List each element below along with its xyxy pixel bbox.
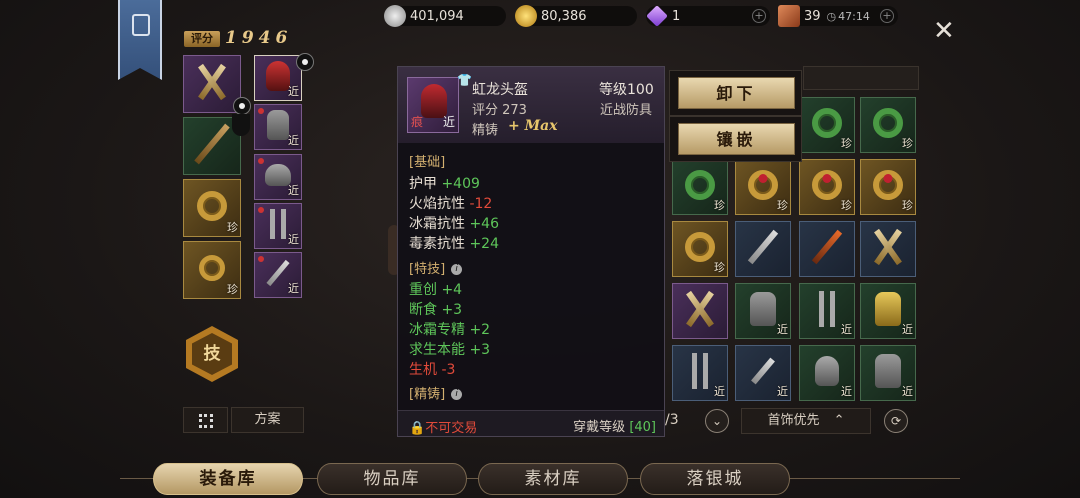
visibility-toggle-icon[interactable] — [233, 97, 251, 115]
add-stamina-button[interactable]: + — [880, 9, 894, 23]
plan-button[interactable]: 方案 — [231, 407, 304, 433]
stamina-counter: 39 ◷ 47:14 + — [778, 5, 898, 27]
inventory-item[interactable]: 近 — [860, 283, 916, 339]
score-value: 1946 — [225, 28, 293, 48]
tab-equipment[interactable]: 装备库 — [153, 463, 303, 495]
diamond-counter: 1 + — [646, 5, 770, 27]
inventory-item[interactable] — [799, 221, 855, 277]
inventory-item[interactable]: 近 — [860, 345, 916, 401]
equip-slot-legs[interactable]: 近 — [254, 203, 302, 249]
forge-value: + Max — [508, 118, 558, 134]
inventory-item[interactable] — [860, 221, 916, 277]
chevron-down-icon: ⌄ — [711, 414, 723, 428]
inventory-item[interactable]: 珍 — [735, 159, 791, 215]
inventory-item[interactable]: 近 — [799, 345, 855, 401]
gold-counter: 80,386 — [515, 5, 637, 27]
equip-slot-helmet[interactable]: 近 — [254, 55, 302, 101]
inventory-item[interactable]: 珍 — [860, 159, 916, 215]
inventory-item[interactable]: 近 — [735, 345, 791, 401]
skill-row: 断食 +3 — [409, 302, 463, 318]
lock-icon: 🔒 — [409, 421, 426, 436]
stat-row: 毒素抗性 +24 — [409, 236, 499, 252]
silver-coin-icon — [384, 5, 406, 27]
helmet-visibility-icon[interactable] — [296, 53, 314, 71]
score-label: 评分 — [184, 31, 220, 47]
forge-label: 精铸 — [472, 123, 499, 138]
stat-row: 火焰抗性 -12 — [409, 196, 493, 212]
skill-row: 生机 -3 — [409, 362, 456, 378]
visibility-toggle-track[interactable] — [232, 114, 250, 136]
skill-row: 求生本能 +3 — [409, 342, 491, 358]
refresh-button[interactable]: ⟳ — [884, 409, 908, 433]
clock-icon: ◷ — [826, 9, 837, 23]
guild-banner[interactable] — [118, 0, 162, 80]
guild-emblem-icon — [132, 14, 150, 36]
item-category: 近战防具 — [600, 103, 653, 118]
inventory-item[interactable] — [735, 221, 791, 277]
section-forge: [精铸] i — [409, 383, 463, 402]
grid-icon — [199, 414, 213, 428]
inventory-item[interactable]: 珍 — [672, 159, 728, 215]
item-score: 评分 273 — [472, 103, 527, 118]
chevron-up-icon: ⌃ — [833, 413, 845, 428]
inventory-item[interactable]: 珍 — [860, 97, 916, 153]
section-basic: [基础] — [409, 155, 446, 170]
page-next-button[interactable]: ⌄ — [705, 409, 729, 433]
inlay-button[interactable]: 镶嵌 — [678, 123, 795, 155]
inventory-item[interactable]: 珍 — [799, 159, 855, 215]
equip-slot-ring[interactable]: 珍 — [183, 179, 241, 237]
add-diamond-button[interactable]: + — [752, 9, 766, 23]
inventory-item[interactable]: 近 — [672, 345, 728, 401]
stat-row: 冰霜抗性 +46 — [409, 216, 499, 232]
wear-level: 穿戴等级 [40] — [573, 420, 656, 435]
inventory-item[interactable]: 近 — [735, 283, 791, 339]
stamina-timer: 47:14 — [838, 9, 870, 23]
equip-slot-necklace[interactable]: 珍 — [183, 241, 241, 299]
equip-slot-armor[interactable]: 近 — [254, 104, 302, 150]
inventory-item[interactable] — [672, 283, 728, 339]
page-indicator: /3 — [665, 412, 679, 428]
unequip-button-frame: 卸下 — [669, 70, 802, 116]
shirt-icon: 👕 — [457, 73, 472, 87]
tooltip-footer: 🔒不可交易 穿戴等级 [40] — [398, 410, 664, 436]
inventory-item[interactable]: 珍 — [672, 221, 728, 277]
item-level: 等级100 — [599, 82, 654, 98]
tab-items[interactable]: 物品库 — [317, 463, 467, 495]
item-tooltip: 痕 近 👕 虹龙头盔 等级100 评分 273 近战防具 精铸 + Max [基… — [397, 66, 665, 437]
bottom-tab-bar: 装备库 物品库 素材库 落银城 — [0, 459, 1080, 498]
grid-view-button[interactable] — [183, 407, 228, 433]
close-button[interactable]: ✕ — [933, 18, 955, 44]
info-icon[interactable]: i — [451, 389, 463, 400]
section-skill: [特技] i — [409, 258, 463, 277]
diamond-icon — [646, 5, 668, 27]
info-icon[interactable]: i — [451, 264, 463, 275]
tab-city[interactable]: 落银城 — [640, 463, 790, 495]
inlay-button-frame: 镶嵌 — [669, 116, 802, 162]
equip-slot-shoulder[interactable]: 近 — [254, 154, 302, 200]
stat-row: 护甲 +409 — [409, 176, 480, 192]
item-icon: 痕 近 — [407, 77, 459, 133]
trade-status: 🔒不可交易 — [409, 421, 478, 436]
silver-counter: 401,094 — [384, 5, 506, 27]
unequip-button[interactable]: 卸下 — [678, 77, 795, 109]
tab-materials[interactable]: 素材库 — [478, 463, 628, 495]
sort-dropdown[interactable]: 首饰优先 ⌃ — [741, 408, 871, 434]
item-name: 虹龙头盔 — [472, 82, 528, 98]
skill-row: 冰霜专精 +2 — [409, 322, 491, 338]
skill-row: 重创 +4 — [409, 282, 463, 298]
refresh-icon: ⟳ — [890, 414, 902, 428]
equip-slot-gloves[interactable]: 近 — [254, 252, 302, 298]
inventory-item[interactable]: 珍 — [799, 97, 855, 153]
inventory-item[interactable]: 近 — [799, 283, 855, 339]
inventory-filter-bar[interactable] — [803, 66, 919, 90]
gold-coin-icon — [515, 5, 537, 27]
stamina-icon — [778, 5, 800, 27]
